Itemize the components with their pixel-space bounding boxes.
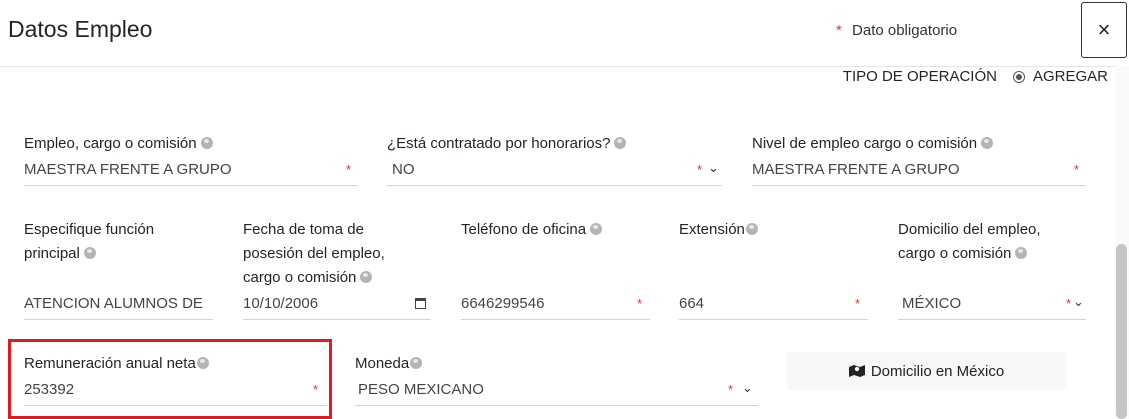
domicilio-label-line1: Domicilio del empleo,: [898, 221, 1041, 238]
calendar-icon[interactable]: [415, 298, 426, 309]
info-globe-icon[interactable]: [200, 137, 213, 149]
map-marker-icon: [848, 365, 865, 377]
telefono-input[interactable]: 6646299546 *: [461, 291, 650, 320]
info-globe-icon[interactable]: [410, 357, 423, 369]
info-globe-icon[interactable]: [83, 247, 96, 259]
telefono-value: 6646299546: [461, 295, 545, 312]
moneda-select[interactable]: PESO MEXICANO * ⌄: [355, 377, 758, 406]
funcion-label-line2: principal: [24, 245, 80, 262]
remuneracion-value: 253392: [24, 381, 75, 398]
extension-label: Extensión: [679, 218, 758, 242]
extension-label-text: Extensión: [679, 221, 745, 238]
operation-radio[interactable]: [1012, 70, 1025, 83]
required-star-icon: *: [855, 296, 861, 311]
honorarios-label: ¿Está contratado por honorarios?: [387, 132, 627, 156]
empleo-label-text: Empleo, cargo o comisión: [24, 135, 197, 152]
chevron-down-icon[interactable]: ⌄: [742, 380, 753, 396]
fecha-value: 10/10/2006: [243, 295, 319, 312]
funcion-label-line1: Especifique función: [24, 221, 155, 238]
required-star-icon: *: [346, 162, 352, 177]
honorarios-label-text: ¿Está contratado por honorarios?: [387, 135, 611, 152]
funcion-input[interactable]: ATENCION ALUMNOS DE: [24, 291, 213, 320]
required-star-icon: *: [1066, 296, 1072, 311]
funcion-label: Especifique función principal: [24, 218, 154, 266]
extension-input[interactable]: 664 *: [679, 291, 868, 320]
funcion-value: ATENCION ALUMNOS DE: [24, 295, 203, 312]
info-globe-icon[interactable]: [590, 223, 603, 235]
nivel-value: MAESTRA FRENTE A GRUPO: [752, 161, 960, 178]
domicilio-mexico-label: Domicilio en México: [870, 362, 1005, 380]
honorarios-value: NO: [392, 161, 415, 178]
extension-value: 664: [679, 295, 705, 312]
remuneracion-label: Remuneración anual neta: [24, 352, 209, 376]
fecha-label-line2: posesión del empleo,: [243, 245, 385, 262]
required-star-icon: *: [313, 382, 319, 397]
chevron-down-icon[interactable]: ⌄: [1073, 294, 1084, 310]
nivel-label-text: Nivel de empleo cargo o comisión: [752, 135, 978, 152]
required-star-icon: *: [637, 296, 643, 311]
domicilio-mexico-button[interactable]: Domicilio en México: [787, 352, 1066, 390]
nivel-label: Nivel de empleo cargo o comisión: [752, 132, 994, 156]
fecha-label: Fecha de toma de posesión del empleo, ca…: [243, 218, 385, 290]
info-globe-icon[interactable]: [614, 137, 627, 149]
required-star-icon: *: [728, 382, 734, 397]
required-note: * Dato obligatorio: [836, 22, 957, 39]
info-globe-icon[interactable]: [1015, 247, 1028, 259]
fecha-input[interactable]: 10/10/2006: [243, 291, 431, 320]
moneda-label-text: Moneda: [355, 355, 410, 372]
domicilio-label-line2: cargo o comisión: [898, 245, 1012, 262]
moneda-value: PESO MEXICANO: [358, 381, 484, 398]
domicilio-value: MÉXICO: [902, 295, 962, 312]
domicilio-select[interactable]: MÉXICO * ⌄: [898, 291, 1086, 320]
chevron-down-icon[interactable]: ⌄: [708, 160, 719, 176]
empleo-input[interactable]: MAESTRA FRENTE A GRUPO *: [24, 157, 358, 186]
close-button[interactable]: ×: [1081, 2, 1127, 58]
scrollbar-thumb[interactable]: [1116, 244, 1127, 419]
telefono-label-text: Teléfono de oficina: [461, 221, 587, 238]
empleo-label: Empleo, cargo o comisión: [24, 132, 213, 156]
modal-title: Datos Empleo: [8, 16, 153, 42]
moneda-label: Moneda: [355, 352, 423, 376]
info-globe-icon[interactable]: [196, 357, 209, 369]
modal-header: Datos Empleo * Dato obligatorio ×: [0, 0, 1129, 67]
info-globe-icon[interactable]: [360, 271, 373, 283]
required-note-label: Dato obligatorio: [852, 22, 958, 39]
info-globe-icon[interactable]: [745, 223, 758, 235]
operation-type-value: AGREGAR: [1032, 68, 1108, 85]
remuneracion-input[interactable]: 253392 *: [24, 377, 327, 406]
empleo-value: MAESTRA FRENTE A GRUPO: [24, 161, 232, 178]
required-star-icon: *: [697, 162, 703, 177]
info-globe-icon[interactable]: [981, 137, 994, 149]
telefono-label: Teléfono de oficina: [461, 218, 603, 242]
fecha-label-line3: cargo o comisión: [243, 269, 357, 286]
operation-type-label: TIPO DE OPERACIÓN: [842, 68, 997, 85]
domicilio-label: Domicilio del empleo, cargo o comisión: [898, 218, 1041, 266]
required-star-icon: *: [836, 22, 842, 39]
required-star-icon: *: [1074, 162, 1080, 177]
remuneracion-label-text: Remuneración anual neta: [24, 355, 196, 372]
fecha-label-line1: Fecha de toma de: [243, 221, 364, 238]
honorarios-select[interactable]: NO * ⌄: [387, 157, 722, 186]
operation-type: TIPO DE OPERACIÓN AGREGAR: [843, 68, 1108, 85]
nivel-input[interactable]: MAESTRA FRENTE A GRUPO *: [752, 157, 1086, 186]
